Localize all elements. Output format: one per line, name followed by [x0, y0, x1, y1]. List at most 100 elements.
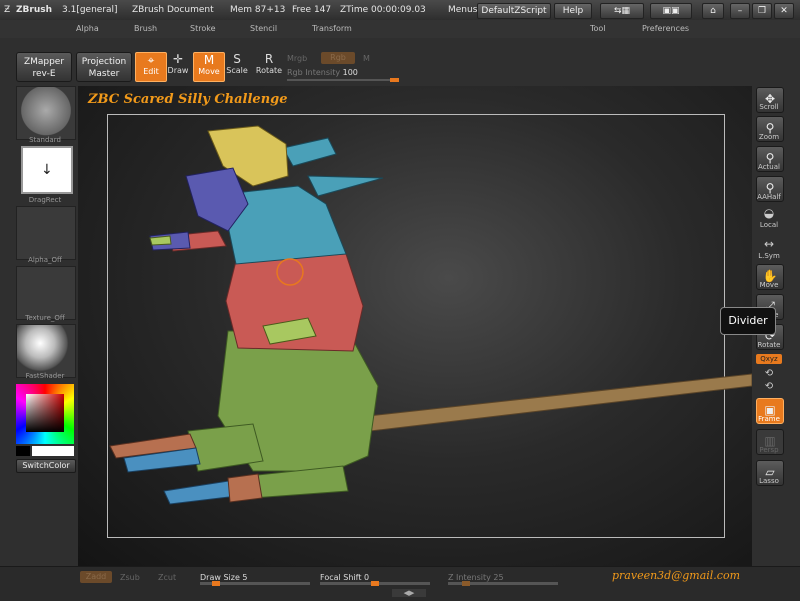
persp-label: Persp: [759, 446, 779, 454]
menu-stencil[interactable]: Stencil: [250, 24, 277, 33]
standard-label: Standard: [29, 136, 61, 144]
tray-toggle-icon[interactable]: ◀▶: [392, 589, 426, 597]
menu-bar: Alpha Brush Stroke Stencil Transform Too…: [0, 20, 800, 38]
move-icon: M: [203, 53, 215, 67]
zsub-button[interactable]: Zsub: [120, 573, 140, 582]
scale-icon: S: [233, 52, 241, 66]
alpha-slot[interactable]: [16, 206, 76, 260]
fastshader-label: FastShader: [25, 372, 65, 380]
scale-label: Scale: [226, 66, 248, 75]
help-button[interactable]: Help: [554, 3, 592, 19]
rotate-label: Rotate: [255, 66, 283, 75]
color-picker[interactable]: [16, 384, 74, 444]
secondary-color-swatch[interactable]: [16, 446, 30, 456]
fingers-mesh: [149, 235, 172, 246]
restore-icon[interactable]: ❐: [752, 3, 772, 19]
rat-model[interactable]: [78, 86, 752, 566]
scale-button[interactable]: S Scale: [222, 52, 252, 80]
focal-shift-label: Focal Shift 0: [320, 573, 370, 582]
move-label: Move: [198, 67, 220, 76]
texture-slot[interactable]: [16, 266, 76, 320]
tail-mesh: [367, 373, 752, 432]
lasso-label: Lasso: [759, 477, 779, 485]
rotate-z-icon[interactable]: ⟲: [752, 381, 786, 392]
dragrect-stroke-slot[interactable]: ↓: [21, 146, 73, 194]
zcut-button[interactable]: Zcut: [158, 573, 176, 582]
texture-label: Texture_Off: [25, 314, 65, 322]
foot-lower-mesh: [227, 473, 263, 503]
xyz-toggle[interactable]: Qxyz: [756, 354, 782, 364]
standard-brush-slot[interactable]: [16, 86, 76, 140]
menu-preferences[interactable]: Preferences: [642, 24, 689, 33]
focal-shift-value: 0: [364, 573, 370, 582]
rgb-intensity-slider[interactable]: [287, 79, 399, 81]
rgb-intensity-value: 100: [342, 68, 358, 77]
draw-label: Draw: [167, 66, 189, 75]
zadd-button[interactable]: Zadd: [80, 571, 112, 583]
zoom-label: Zoom: [758, 133, 780, 141]
layout-toggle-icon[interactable]: ⇆▦: [600, 3, 644, 19]
window-layout-icon[interactable]: ▣▣: [650, 3, 692, 19]
rotate-icon: R: [264, 52, 274, 66]
rgb-intensity-knob[interactable]: [390, 78, 399, 82]
aahalf-label: AAHalf: [757, 193, 781, 201]
mrgb-button[interactable]: Mrgb: [287, 54, 307, 63]
divider-tooltip: Divider: [720, 307, 776, 335]
menu-tool[interactable]: Tool: [590, 24, 606, 33]
menu-transform[interactable]: Transform: [312, 24, 352, 33]
draw-size-label: Draw Size 5: [200, 573, 248, 582]
app-logo-icon: Ƶ: [4, 5, 11, 15]
menu-alpha[interactable]: Alpha: [76, 24, 99, 33]
projection-master-button[interactable]: Projection Master: [76, 52, 132, 82]
switch-color-button[interactable]: SwitchColor: [16, 459, 76, 473]
move-view-label: Move: [759, 281, 779, 289]
zmapper-label: ZMapper: [23, 57, 65, 67]
alpha-label: Alpha_Off: [28, 256, 62, 264]
rotate-y-icon[interactable]: ⟲: [752, 368, 786, 379]
m-button[interactable]: M: [363, 54, 370, 63]
rgb-button[interactable]: Rgb: [321, 52, 355, 64]
lsym-label: L.Sym: [758, 252, 780, 260]
app-name: ZBrush: [16, 5, 52, 15]
rotate-button[interactable]: R Rotate: [254, 52, 284, 80]
title-bar: Ƶ ZBrush 3.1[general] ZBrush Document Me…: [0, 0, 800, 21]
draw-size-value: 5: [242, 573, 248, 582]
z-intensity-label: Z Intensity 25: [448, 573, 504, 582]
edit-icon: ⌖: [147, 53, 155, 67]
default-zscript-button[interactable]: DefaultZScript: [477, 3, 551, 19]
local-label: Local: [759, 221, 779, 229]
zmapper-button[interactable]: ZMapper rev-E: [16, 52, 72, 82]
draw-icon: ✛: [172, 52, 184, 66]
rgb-intensity-label: Rgb Intensity 100: [287, 68, 358, 77]
menus-toggle[interactable]: Menus: [448, 5, 477, 15]
scroll-label: Scroll: [759, 103, 779, 111]
master-label: Master: [88, 69, 120, 79]
ear-top-mesh: [282, 137, 337, 167]
actual-label: Actual: [758, 163, 780, 171]
edit-label: Edit: [143, 67, 159, 76]
close-icon[interactable]: ✕: [774, 3, 794, 19]
lock-icon[interactable]: ⌂: [702, 3, 724, 19]
material-slot[interactable]: [16, 324, 76, 378]
artist-email: praveen3d@gmail.com: [612, 569, 740, 582]
saturation-square[interactable]: [26, 394, 64, 432]
minimize-icon[interactable]: –: [730, 3, 750, 19]
z-intensity-value: 25: [493, 573, 504, 582]
z-intensity-knob[interactable]: [462, 581, 470, 586]
frame-label: Frame: [758, 415, 780, 423]
arrow-down-icon: ↓: [41, 162, 53, 178]
draw-button[interactable]: ✛ Draw: [163, 52, 193, 80]
local-icon[interactable]: ◒: [752, 206, 786, 220]
focal-shift-knob[interactable]: [371, 581, 379, 586]
ear-right-mesh: [307, 175, 384, 197]
free-readout: Free 147: [292, 5, 332, 15]
primary-color-swatch[interactable]: [32, 446, 74, 456]
move-button[interactable]: M Move: [193, 52, 225, 82]
version: 3.1[general]: [62, 5, 118, 15]
zmapper-rev-label: rev-E: [32, 69, 56, 79]
ztime-readout: ZTime 00:00:09.03: [340, 5, 426, 15]
lsym-icon[interactable]: ↔: [752, 237, 786, 251]
menu-brush[interactable]: Brush: [134, 24, 157, 33]
menu-stroke[interactable]: Stroke: [190, 24, 216, 33]
draw-size-knob[interactable]: [212, 581, 220, 586]
